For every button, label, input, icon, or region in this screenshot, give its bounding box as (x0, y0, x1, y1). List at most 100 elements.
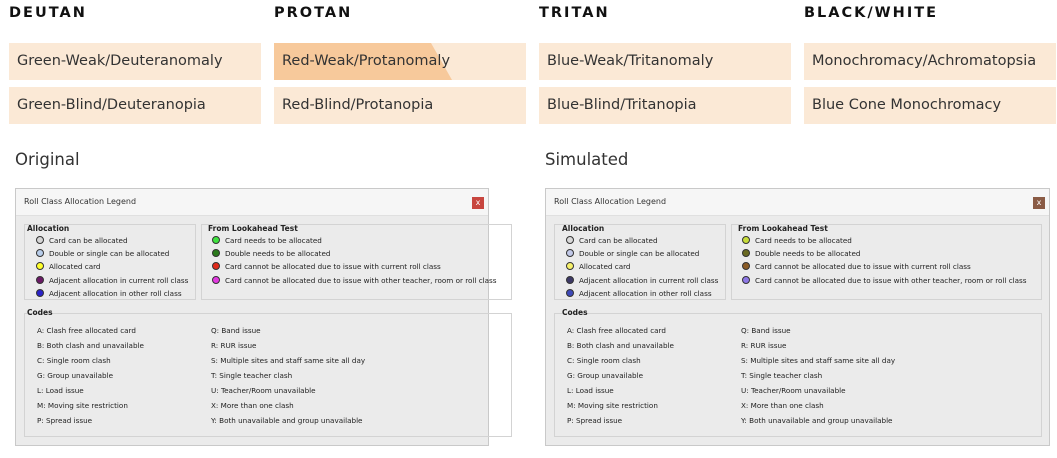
card-allocatable-icon (566, 236, 574, 244)
allocation-item: Adjacent allocation in current roll clas… (579, 276, 719, 285)
allocated-card-icon (36, 262, 44, 270)
allocation-item: Card can be allocated (579, 236, 658, 245)
lookahead-item: Card cannot be allocated due to issue wi… (755, 262, 971, 271)
option-blue-weak[interactable]: Blue-Weak/Tritanomaly (539, 43, 791, 80)
code-item: P: Spread issue (567, 416, 623, 425)
code-item: B: Both clash and unavailable (567, 341, 674, 350)
code-item: U: Teacher/Room unavailable (211, 386, 316, 395)
cannot-other-icon (212, 276, 220, 284)
code-item: R: RUR issue (741, 341, 787, 350)
code-item: S: Multiple sites and staff same site al… (211, 356, 366, 365)
cannot-current-icon (742, 262, 750, 270)
allocation-item: Adjacent allocation in current roll clas… (49, 276, 189, 285)
code-item: U: Teacher/Room unavailable (741, 386, 846, 395)
option-green-weak[interactable]: Green-Weak/Deuteranomaly (9, 43, 261, 80)
code-item: M: Moving site restriction (37, 401, 128, 410)
simulated-label: Simulated (545, 150, 629, 169)
lookahead-heading: From Lookahead Test (738, 224, 828, 233)
allocation-item: Allocated card (49, 262, 101, 271)
option-label: Red-Weak/Protanomaly (282, 53, 451, 69)
header-black-white: BLACK/WHITE (804, 5, 939, 21)
code-item: L: Load issue (567, 386, 614, 395)
double-needs-icon (742, 249, 750, 257)
option-label: Green-Weak/Deuteranomaly (17, 53, 223, 69)
option-label: Red-Blind/Protanopia (282, 97, 434, 113)
adjacent-current-icon (566, 276, 574, 284)
option-red-weak[interactable]: Red-Weak/Protanomaly (274, 43, 526, 80)
allocation-item: Adjacent allocation in other roll class (49, 289, 182, 298)
code-item: A: Clash free allocated card (37, 326, 136, 335)
card-needs-icon (212, 236, 220, 244)
allocation-item: Double or single can be allocated (579, 249, 700, 258)
code-item: S: Multiple sites and staff same site al… (741, 356, 896, 365)
double-needs-icon (212, 249, 220, 257)
lookahead-item: Card cannot be allocated due to issue wi… (225, 262, 441, 271)
double-single-icon (566, 249, 574, 257)
header-deutan: DEUTAN (9, 5, 87, 21)
allocation-heading: Allocation (562, 224, 605, 233)
lookahead-item: Card needs to be allocated (225, 236, 322, 245)
close-icon[interactable]: x (472, 197, 484, 209)
option-label: Blue-Weak/Tritanomaly (547, 53, 714, 69)
option-label: Blue Cone Monochromacy (812, 97, 1002, 113)
code-item: L: Load issue (37, 386, 84, 395)
double-single-icon (36, 249, 44, 257)
codes-heading: Codes (27, 308, 53, 317)
option-monochromacy[interactable]: Monochromacy/Achromatopsia (804, 43, 1056, 80)
option-label: Blue-Blind/Tritanopia (547, 97, 697, 113)
code-item: P: Spread issue (37, 416, 93, 425)
allocated-card-icon (566, 262, 574, 270)
window-title: Roll Class Allocation Legend (24, 197, 137, 206)
original-label: Original (15, 150, 80, 169)
code-item: Q: Band issue (211, 326, 261, 335)
simulated-window: Roll Class Allocation Legend x Allocatio… (545, 188, 1050, 446)
option-green-blind[interactable]: Green-Blind/Deuteranopia (9, 87, 261, 124)
code-item: A: Clash free allocated card (567, 326, 666, 335)
option-blue-blind[interactable]: Blue-Blind/Tritanopia (539, 87, 791, 124)
lookahead-item: Double needs to be allocated (225, 249, 331, 258)
allocation-item: Allocated card (579, 262, 631, 271)
lookahead-item: Card cannot be allocated due to issue wi… (225, 276, 497, 285)
allocation-item: Adjacent allocation in other roll class (579, 289, 712, 298)
card-allocatable-icon (36, 236, 44, 244)
code-item: G: Group unavailable (567, 371, 643, 380)
original-window: Roll Class Allocation Legend x Allocatio… (15, 188, 512, 446)
header-protan: PROTAN (274, 5, 353, 21)
code-item: T: Single teacher clash (211, 371, 293, 380)
cannot-other-icon (742, 276, 750, 284)
lookahead-item: Double needs to be allocated (755, 249, 861, 258)
code-item: Y: Both unavailable and group unavailabl… (741, 416, 893, 425)
close-icon[interactable]: x (1033, 197, 1045, 209)
allocation-item: Card can be allocated (49, 236, 128, 245)
code-item: X: More than one clash (741, 401, 824, 410)
code-item: X: More than one clash (211, 401, 294, 410)
code-item: R: RUR issue (211, 341, 257, 350)
header-tritan: TRITAN (539, 5, 610, 21)
cannot-current-icon (212, 262, 220, 270)
lookahead-heading: From Lookahead Test (208, 224, 298, 233)
window-titlebar: Roll Class Allocation Legend x (546, 189, 1049, 216)
option-red-blind[interactable]: Red-Blind/Protanopia (274, 87, 526, 124)
adjacent-current-icon (36, 276, 44, 284)
adjacent-other-icon (36, 289, 44, 297)
window-titlebar: Roll Class Allocation Legend x (16, 189, 488, 216)
code-item: B: Both clash and unavailable (37, 341, 144, 350)
allocation-heading: Allocation (27, 224, 70, 233)
code-item: C: Single room clash (37, 356, 111, 365)
option-blue-cone[interactable]: Blue Cone Monochromacy (804, 87, 1056, 124)
window-title: Roll Class Allocation Legend (554, 197, 667, 206)
code-item: T: Single teacher clash (741, 371, 823, 380)
code-item: G: Group unavailable (37, 371, 113, 380)
option-label: Green-Blind/Deuteranopia (17, 97, 206, 113)
adjacent-other-icon (566, 289, 574, 297)
codes-heading: Codes (562, 308, 588, 317)
lookahead-item: Card needs to be allocated (755, 236, 852, 245)
option-label: Monochromacy/Achromatopsia (812, 53, 1037, 69)
code-item: Y: Both unavailable and group unavailabl… (211, 416, 363, 425)
code-item: Q: Band issue (741, 326, 791, 335)
code-item: C: Single room clash (567, 356, 641, 365)
lookahead-item: Card cannot be allocated due to issue wi… (755, 276, 1027, 285)
allocation-item: Double or single can be allocated (49, 249, 170, 258)
code-item: M: Moving site restriction (567, 401, 658, 410)
card-needs-icon (742, 236, 750, 244)
